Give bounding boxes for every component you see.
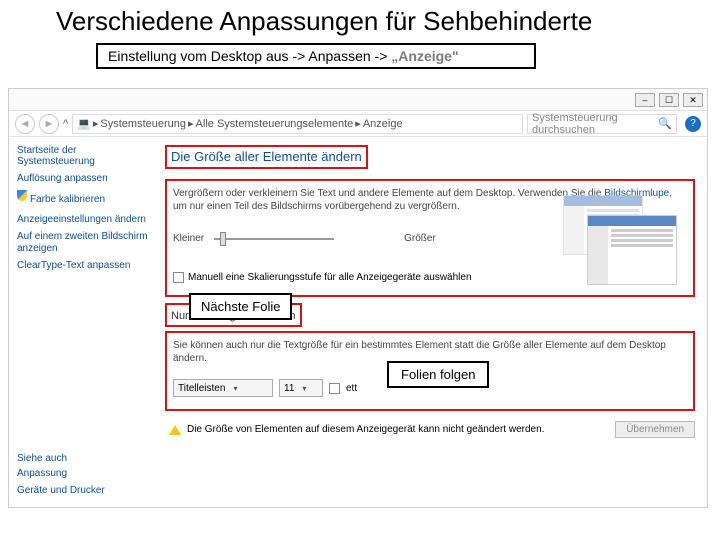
sidebar-link-calibrate[interactable]: Farbe kalibrieren — [30, 194, 105, 207]
highlight-zone-1: Vergrößern oder verkleinern Sie Text und… — [165, 179, 695, 297]
heading-all-elements: Die Größe aller Elemente ändern — [171, 149, 362, 164]
breadcrumb[interactable]: 💻 ▸ Systemsteuerung▸ Alle Systemsteuerun… — [72, 114, 523, 134]
scale-slider[interactable] — [214, 238, 334, 240]
control-panel-window: – ☐ ✕ ◄ ► ^ 💻 ▸ Systemsteuerung▸ Alle Sy… — [8, 88, 708, 508]
preview-window-front — [587, 215, 677, 285]
sidebar-link-resolution[interactable]: Auflösung anpassen — [17, 173, 151, 186]
slide-title: Verschiedene Anpassungen für Sehbehinder… — [0, 0, 720, 41]
nav-back-icon[interactable]: ◄ — [15, 114, 35, 134]
bold-checkbox[interactable] — [329, 383, 340, 394]
shield-icon — [17, 190, 27, 201]
slider-label-big: Größer — [404, 233, 436, 244]
preview-thumbnails — [559, 189, 679, 289]
highlight-heading-1: Die Größe aller Elemente ändern — [165, 145, 368, 169]
instruction-link: „Anzeige" — [391, 48, 458, 64]
nav-bar: ◄ ► ^ 💻 ▸ Systemsteuerung▸ Alle Systemst… — [9, 111, 707, 137]
search-icon: 🔍 — [658, 117, 672, 130]
element-dropdown[interactable]: Titelleisten▾ — [173, 379, 273, 397]
crumb-3[interactable]: Anzeige — [363, 118, 403, 130]
search-placeholder: Systemsteuerung durchsuchen — [532, 112, 654, 136]
instruction-box: Einstellung vom Desktop aus -> Anpassen … — [96, 43, 536, 69]
close-button[interactable]: ✕ — [683, 93, 703, 107]
warning-row: Die Größe von Elementen auf diesem Anzei… — [165, 421, 695, 438]
apply-button[interactable]: Übernehmen — [615, 421, 695, 438]
minimize-button[interactable]: – — [635, 93, 655, 107]
sidebar: Startseite der Systemsteuerung Auflösung… — [9, 137, 159, 507]
sidebar-header[interactable]: Startseite der Systemsteuerung — [17, 145, 151, 167]
nav-up-icon[interactable]: ^ — [63, 118, 68, 130]
chevron-down-icon: ▾ — [302, 384, 306, 393]
slider-label-small: Kleiner — [173, 233, 204, 244]
next-slide-button[interactable]: Nächste Folie — [189, 293, 292, 320]
main-content: Die Größe aller Elemente ändern Vergröße… — [159, 137, 707, 507]
see-also-header: Siehe auch — [17, 453, 105, 464]
highlight-zone-2: Sie können auch nur die Textgröße für ei… — [165, 331, 695, 411]
sidebar-link-second-screen[interactable]: Auf einem zweiten Bildschirm anzeigen — [17, 231, 151, 256]
monitor-icon: 💻 — [77, 117, 91, 130]
slider-thumb[interactable] — [220, 232, 226, 246]
warning-text: Die Größe von Elementen auf diesem Anzei… — [187, 424, 544, 435]
crumb-1[interactable]: Systemsteuerung — [100, 118, 186, 130]
search-input[interactable]: Systemsteuerung durchsuchen 🔍 — [527, 114, 677, 134]
warning-icon — [169, 425, 181, 435]
see-also-personalization[interactable]: Anpassung — [17, 468, 105, 481]
instruction-text: Einstellung vom Desktop aus -> Anpassen … — [108, 48, 391, 64]
sidebar-link-display[interactable]: Anzeigeeinstellungen ändern — [17, 214, 151, 227]
window-titlebar: – ☐ ✕ — [9, 89, 707, 111]
slides-follow-button[interactable]: Folien folgen — [387, 361, 489, 388]
see-also-devices[interactable]: Geräte und Drucker — [17, 485, 105, 498]
size-dropdown[interactable]: 11▾ — [279, 379, 323, 397]
sidebar-link-cleartype[interactable]: ClearType-Text anpassen — [17, 260, 151, 273]
maximize-button[interactable]: ☐ — [659, 93, 679, 107]
help-icon[interactable]: ? — [685, 116, 701, 132]
see-also: Siehe auch Anpassung Geräte und Drucker — [17, 453, 105, 501]
nav-fwd-icon[interactable]: ► — [39, 114, 59, 134]
crumb-2[interactable]: Alle Systemsteuerungselemente — [196, 118, 354, 130]
chevron-down-icon: ▾ — [233, 384, 237, 393]
manual-scale-checkbox[interactable] — [173, 272, 184, 283]
bold-label: ett — [346, 383, 357, 394]
manual-scale-label: Manuell eine Skalierungsstufe für alle A… — [188, 272, 472, 283]
